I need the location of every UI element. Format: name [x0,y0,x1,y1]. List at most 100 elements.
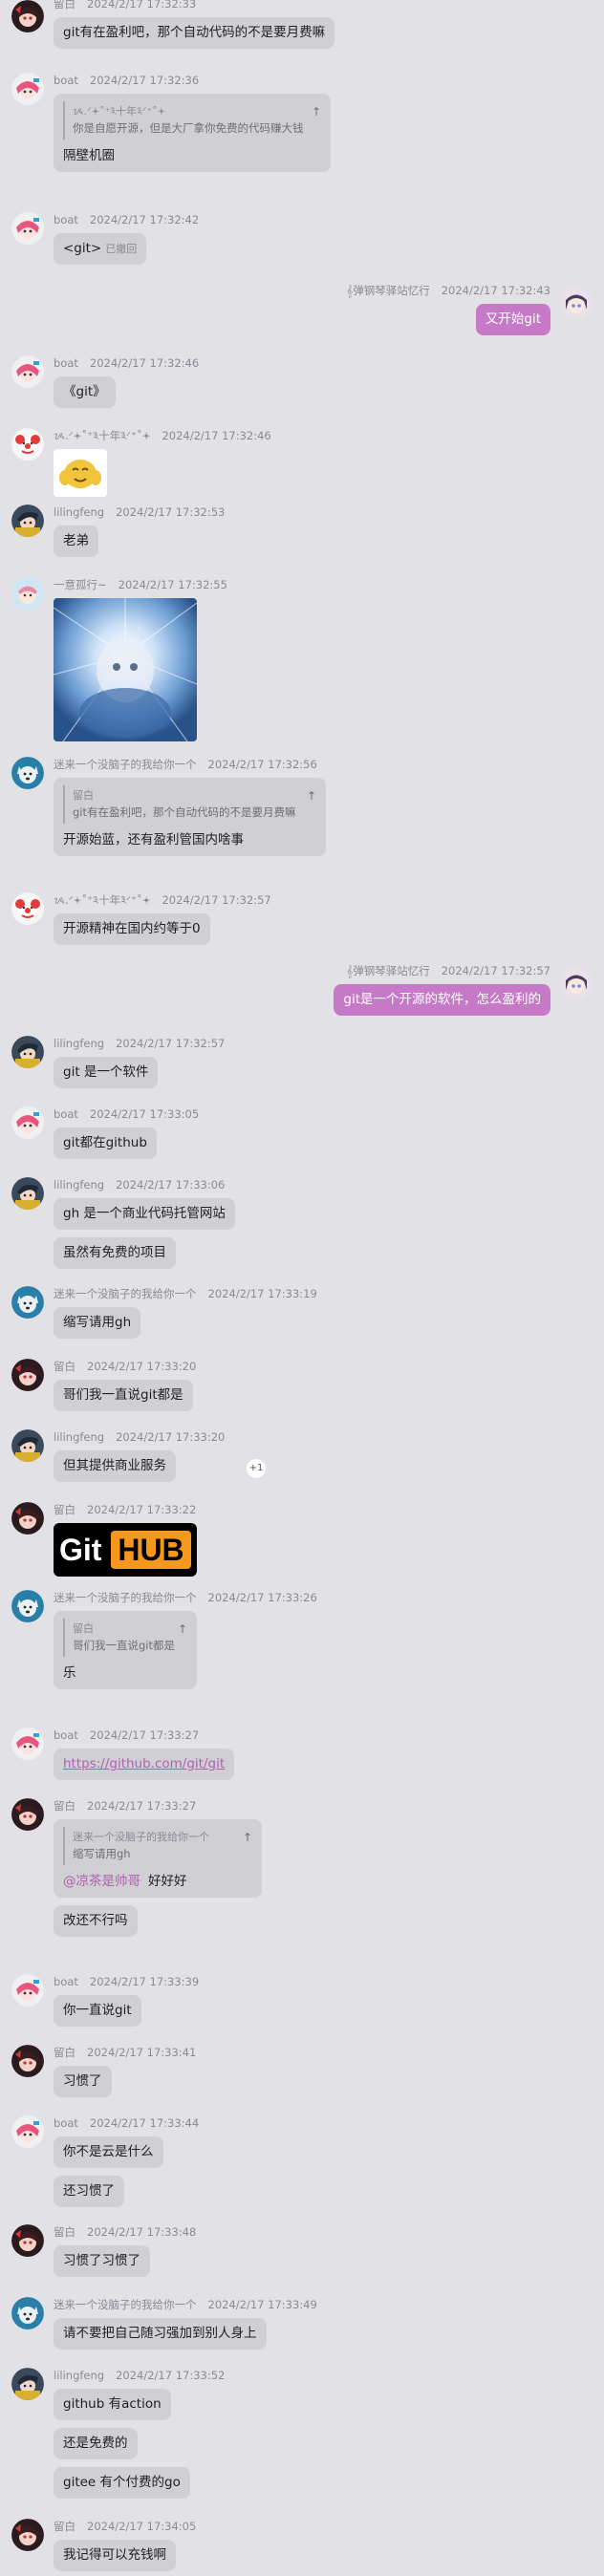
sender-name: 留白 [54,1360,76,1373]
pink-girl-avatar-icon[interactable] [11,1106,44,1139]
message-time: 2024/2/17 17:33:20 [116,1430,226,1444]
message-bubble[interactable]: github 有action [54,2389,171,2420]
quoted-message[interactable]: 留白 git有在盈利吧，那个自动代码的不是要月费嘛 ↑ [63,785,316,824]
sender-name: 留白 [54,2520,76,2533]
dog-avatar-icon[interactable] [11,1590,44,1622]
message-bubble[interactable]: git 是一个软件 [54,1057,159,1088]
message-bubble[interactable]: 我记得可以充钱啊 [54,2540,176,2571]
pink-girl-avatar-icon[interactable] [11,73,44,105]
message-bubble[interactable]: 哥们我一直说git都是 [54,1380,193,1411]
message-bubble[interactable]: 你一直说git [54,1995,141,2027]
boy-avatar-icon[interactable] [11,1177,44,1210]
message-time: 2024/2/17 17:32:57 [162,893,271,907]
girl-avatar-icon[interactable] [11,1502,44,1535]
chat-history[interactable]: 留白 2024/2/17 17:32:33 git有在盈利吧，那个自动代码的不是要… [0,0,604,2576]
plus-one-button[interactable]: +1 [247,1459,266,1478]
message-time: 2024/2/17 17:33:26 [207,1591,317,1604]
message-time: 2024/2/17 17:33:27 [87,1799,197,1813]
url-link[interactable]: https://github.com/git/git [63,1756,225,1771]
message-meta: boat 2024/2/17 17:32:36 [54,73,331,88]
message-bubble[interactable]: git都在github [54,1127,157,1159]
message-bubble[interactable]: 还是免费的 [54,2428,138,2459]
message-bubble[interactable]: 老弟 [54,526,98,557]
chat-message: 留白 2024/2/17 17:33:27 迷来一个没脑子的我给你一个 缩写请用gh… [11,1798,262,1937]
message-bubble[interactable]: 缩写请用gh [54,1307,141,1339]
message-bubble[interactable]: 又开始git [475,304,550,335]
message-time: 2024/2/17 17:32:46 [89,356,200,370]
quoted-text: 缩写请用gh [73,1847,131,1860]
quoted-message[interactable]: ᝰ.ᐟ𖥔˚⁺༣十年༣ᐟ⁺˚𖥔 你是自愿开源，但是大厂拿你免费的代码赚大钱 ↑ [63,101,321,140]
girl-avatar-icon[interactable] [11,1359,44,1391]
arrow-up-icon[interactable]: ↑ [312,103,321,121]
chat-message: boat 2024/2/17 17:33:44 你不是云是什么 还习惯了 [11,2115,199,2207]
message-bubble[interactable]: 开源精神在国内约等于0 [54,913,210,945]
message-bubble[interactable]: 请不要把自己随习强加到别人身上 [54,2318,267,2350]
arrow-up-icon[interactable]: ↑ [243,1829,252,1847]
pink-girl-avatar-icon[interactable] [11,1728,44,1760]
quoted-sender: ᝰ.ᐟ𖥔˚⁺༣十年༣ᐟ⁺˚𖥔 [73,105,166,118]
sender-name: ᝰ.ᐟ𖥔˚⁺༣十年༣ᐟ⁺˚𖥔 [54,893,151,907]
message-text: 缩写请用gh [63,1315,132,1330]
message-bubble[interactable]: 改还不行吗 [54,1905,138,1937]
reply-bubble[interactable]: 迷来一个没脑子的我给你一个 缩写请用gh ↑ @凉茶是帅哥 好好好 [54,1819,262,1898]
boy-avatar-icon[interactable] [11,1036,44,1068]
chat-message: 留白 2024/2/17 17:34:05 我记得可以充钱啊 [11,2519,196,2571]
girl-avatar-icon[interactable] [11,0,44,32]
message-bubble[interactable]: 《git》 [54,376,116,408]
boy-avatar-icon[interactable] [11,504,44,537]
message-bubble[interactable]: https://github.com/git/git [54,1749,235,1780]
girl-avatar-icon[interactable] [11,2224,44,2257]
arrow-up-icon[interactable]: ↑ [307,787,316,805]
clown-avatar-icon[interactable] [11,892,44,925]
chat-message: lilingfeng 2024/2/17 17:33:20 但其提供商业服务 +1 [11,1429,266,1482]
chat-message: 迷来一个没脑子的我给你一个 2024/2/17 17:33:49 请不要把自己随习… [11,2297,317,2350]
pink-girl-avatar-icon[interactable] [11,1974,44,2007]
message-time: 2024/2/17 17:33:49 [207,2298,317,2311]
message-bubble[interactable]: <git> 已撤回 [54,233,147,265]
chat-message: 一意孤行~ 2024/2/17 17:32:55 [11,577,227,741]
reply-bubble[interactable]: ᝰ.ᐟ𖥔˚⁺༣十年༣ᐟ⁺˚𖥔 你是自愿开源，但是大厂拿你免费的代码赚大钱 ↑ 隔壁机… [54,94,331,172]
sender-name: lilingfeng [54,1430,105,1444]
message-text: 好好好 [148,1874,187,1889]
boy-avatar-icon[interactable] [11,2368,44,2400]
message-bubble[interactable]: 但其提供商业服务 [54,1450,176,1482]
reply-bubble[interactable]: 留白 哥们我一直说git都是 ↑ 乐 [54,1611,197,1689]
anime-girl-avatar-icon[interactable] [560,287,593,319]
sticker-image[interactable] [54,449,107,497]
girl-avatar-icon[interactable] [11,2045,44,2077]
clown-avatar-icon[interactable] [11,428,44,461]
message-bubble[interactable]: 你不是云是什么 [54,2136,163,2168]
message-bubble[interactable]: gh 是一个商业代码托管网站 [54,1198,235,1230]
girl-avatar-icon[interactable] [11,1798,44,1831]
dog-avatar-icon[interactable] [11,757,44,789]
message-bubble[interactable]: 习惯了 [54,2066,112,2097]
girl-avatar-icon[interactable] [11,2519,44,2551]
pink-girl-avatar-icon[interactable] [11,212,44,245]
message-time: 2024/2/17 17:32:57 [116,1037,226,1050]
github-logo-sticker[interactable]: Git HUB [54,1523,197,1577]
boy-avatar-icon[interactable] [11,1429,44,1462]
reply-bubble[interactable]: 留白 git有在盈利吧，那个自动代码的不是要月费嘛 ↑ 开源始蓝，还有盈利管国内啥事 [54,778,326,856]
dog-avatar-icon[interactable] [11,2297,44,2329]
quoted-message[interactable]: 留白 哥们我一直说git都是 ↑ [63,1619,187,1657]
quoted-sender: 迷来一个没脑子的我给你一个 [73,1831,209,1843]
message-bubble[interactable]: 习惯了习惯了 [54,2245,150,2277]
message-bubble[interactable]: 虽然有免费的项目 [54,1237,176,1269]
pink-girl-avatar-icon[interactable] [11,355,44,388]
message-text: 又开始git [485,311,541,327]
sender-name: 一意孤行~ [54,578,107,591]
cartoon-avatar-icon[interactable] [11,577,44,610]
message-bubble[interactable]: 还习惯了 [54,2176,124,2207]
sender-name: ᝰ.ᐟ𖥔˚⁺༣十年༣ᐟ⁺˚𖥔 [54,429,151,442]
message-bubble[interactable]: git是一个开源的软件，怎么盈利的 [334,984,550,1016]
shared-image[interactable] [54,598,197,741]
message-bubble[interactable]: git有在盈利吧，那个自动代码的不是要月费嘛 [54,17,335,49]
pink-girl-avatar-icon[interactable] [11,2115,44,2148]
message-bubble[interactable]: gitee 有个付费的go [54,2467,190,2499]
chat-message: lilingfeng 2024/2/17 17:33:52 github 有act… [11,2368,225,2499]
quoted-message[interactable]: 迷来一个没脑子的我给你一个 缩写请用gh ↑ [63,1827,252,1865]
arrow-up-icon[interactable]: ↑ [178,1621,187,1639]
mention-link[interactable]: @凉茶是帅哥 [63,1874,140,1889]
dog-avatar-icon[interactable] [11,1286,44,1319]
anime-girl-avatar-icon[interactable] [560,967,593,999]
